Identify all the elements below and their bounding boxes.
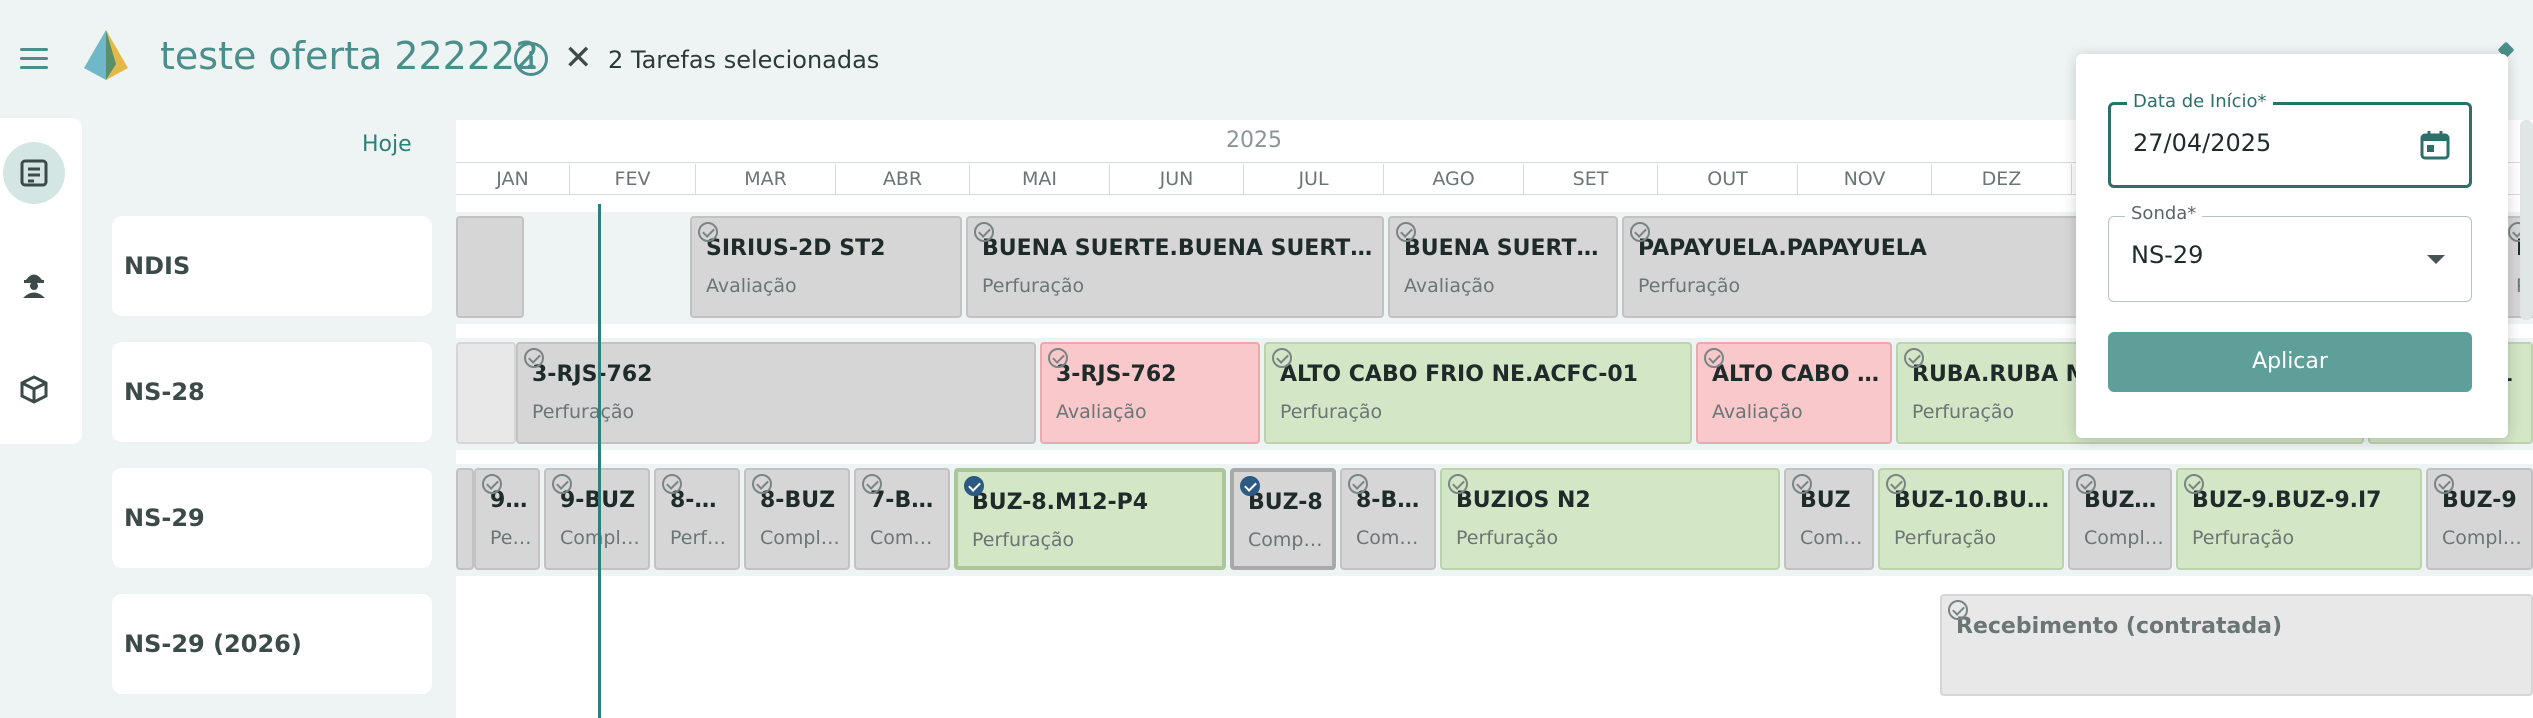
task-bar[interactable]: BUZ-10Completação bbox=[2068, 468, 2172, 570]
sonda-select[interactable]: Sonda* NS-29 bbox=[2108, 203, 2472, 302]
info-icon[interactable]: i bbox=[514, 42, 548, 76]
sonda-value: NS-29 bbox=[2131, 241, 2204, 269]
menu-icon[interactable] bbox=[16, 44, 52, 74]
worker-icon[interactable] bbox=[3, 252, 65, 314]
bulk-edit-dialog: Data de Início* 27/04/2025 Sonda* NS-29 … bbox=[2076, 54, 2508, 438]
task-bar[interactable] bbox=[456, 216, 524, 318]
month-label: JUN bbox=[1110, 164, 1244, 194]
box-icon[interactable] bbox=[3, 358, 65, 420]
task-bar[interactable]: 9-BUZCompletação bbox=[544, 468, 650, 570]
month-label: JAN bbox=[456, 164, 570, 194]
month-label: DEZ bbox=[1932, 164, 2072, 194]
task-bar[interactable]: 8-BUZCompletação bbox=[1340, 468, 1436, 570]
task-bar[interactable]: BUENA SUERTE.BUENA SUERTE-1 Perfuração bbox=[966, 216, 1384, 318]
left-rail bbox=[0, 118, 82, 444]
page-title: teste oferta 222222 bbox=[160, 34, 540, 78]
task-bar[interactable]: BUZCompletação bbox=[1784, 468, 1874, 570]
close-icon[interactable]: ✕ bbox=[564, 40, 594, 76]
month-label: FEV bbox=[570, 164, 696, 194]
task-bar[interactable]: ALTO CABO FRIO NEAvaliação bbox=[1696, 342, 1892, 444]
task-bar-selected[interactable]: BUZ-8.M12-P4 Perfuração bbox=[954, 468, 1226, 570]
apply-button[interactable]: Aplicar bbox=[2108, 332, 2472, 392]
month-label: MAI bbox=[970, 164, 1110, 194]
task-bar-selected[interactable]: BUZ-8Completação bbox=[1230, 468, 1336, 570]
selection-count: 2 Tarefas selecionadas bbox=[608, 46, 880, 74]
task-bar[interactable]: 3-RJS-762 Avaliação bbox=[1040, 342, 1260, 444]
year-label: 2025 bbox=[1226, 128, 1282, 153]
start-date-value: 27/04/2025 bbox=[2133, 129, 2272, 157]
task-bar[interactable]: BUENA SUERTE.BUENA SUERTEAvaliação bbox=[1388, 216, 1618, 318]
month-label: SET bbox=[1524, 164, 1658, 194]
task-bar[interactable]: 8-BUZPerfuração bbox=[654, 468, 740, 570]
task-bar[interactable]: Recebimento (contratada) bbox=[1940, 594, 2533, 696]
month-label: ABR bbox=[836, 164, 970, 194]
task-bar[interactable]: BUZ-10.BUZ-10Perfuração bbox=[1878, 468, 2064, 570]
task-bar[interactable]: 3-RJS-762 Perfuração bbox=[516, 342, 1036, 444]
task-bar[interactable]: 9-BUZPerfuração bbox=[474, 468, 540, 570]
task-bar[interactable] bbox=[456, 468, 474, 570]
start-date-label: Data de Início* bbox=[2127, 91, 2273, 112]
sonda-label: Sonda* bbox=[2125, 203, 2203, 224]
task-bar[interactable]: PAPAYUELA.PAPAYUELA Perfuração bbox=[1622, 216, 2082, 318]
resource-label: NDIS bbox=[112, 216, 432, 316]
task-bar[interactable] bbox=[456, 342, 516, 444]
task-bar[interactable]: BUZIOS N2 Perfuração bbox=[1440, 468, 1780, 570]
vertical-scrollbar[interactable] bbox=[2520, 120, 2533, 320]
resource-label: NS-29 (2026) bbox=[112, 594, 432, 694]
calendar-icon[interactable] bbox=[2419, 129, 2451, 161]
task-bar[interactable]: BUZ-9Completação bbox=[2426, 468, 2533, 570]
chevron-down-icon[interactable] bbox=[2427, 255, 2445, 264]
task-bar[interactable]: BUZ-9.BUZ-9.I7 Perfuração bbox=[2176, 468, 2422, 570]
task-bar[interactable]: 8-BUZCompletação bbox=[744, 468, 850, 570]
month-label: MAR bbox=[696, 164, 836, 194]
task-bar[interactable]: SIRIUS-2D ST2 Avaliação bbox=[690, 216, 962, 318]
resource-label: NS-28 bbox=[112, 342, 432, 442]
month-label: OUT bbox=[1658, 164, 1798, 194]
task-bar[interactable]: ALTO CABO FRIO NE.ACFC-01 Perfuração bbox=[1264, 342, 1692, 444]
app-logo-icon bbox=[80, 28, 132, 84]
today-button[interactable]: Hoje bbox=[362, 132, 412, 157]
resource-label: NS-29 bbox=[112, 468, 432, 568]
month-label: AGO bbox=[1384, 164, 1524, 194]
start-date-field[interactable]: Data de Início* 27/04/2025 bbox=[2108, 91, 2472, 188]
month-label: JUL bbox=[1244, 164, 1384, 194]
month-label: NOV bbox=[1798, 164, 1932, 194]
task-bar[interactable]: 7-BUZCompletação bbox=[854, 468, 950, 570]
planning-icon[interactable] bbox=[3, 142, 65, 204]
today-marker bbox=[598, 204, 601, 718]
